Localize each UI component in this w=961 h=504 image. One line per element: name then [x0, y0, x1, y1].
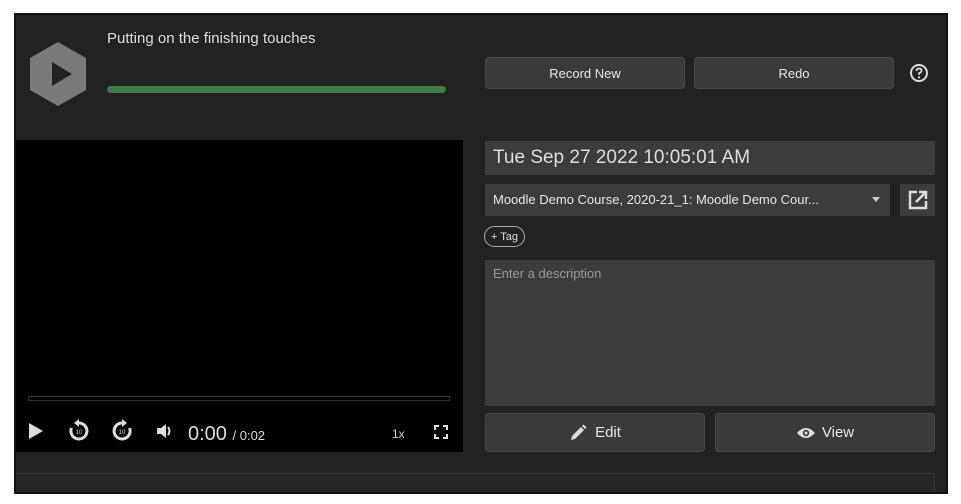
processing-progress-bar	[107, 86, 446, 93]
fullscreen-icon[interactable]	[434, 425, 448, 439]
course-select-value: Moodle Demo Course, 2020-21_1: Moodle De…	[493, 192, 819, 207]
add-tag-button[interactable]: + Tag	[484, 226, 526, 247]
open-external-button[interactable]	[900, 184, 935, 216]
description-textarea[interactable]: Enter a description	[485, 260, 935, 406]
session-title-input[interactable]: Tue Sep 27 2022 10:05:01 AM	[485, 141, 935, 175]
eye-icon	[796, 427, 815, 438]
svg-text:10: 10	[119, 430, 126, 436]
redo-button[interactable]: Redo	[694, 57, 894, 89]
edit-label: Edit	[595, 424, 621, 441]
current-time: 0:00	[188, 423, 227, 445]
pencil-icon	[571, 424, 587, 440]
edit-button[interactable]: Edit	[485, 413, 705, 452]
time-display: 0:00 / 0:02	[188, 423, 265, 446]
volume-icon[interactable]	[156, 423, 172, 439]
duration: / 0:02	[232, 428, 266, 443]
progress-fill	[107, 86, 446, 93]
rewind-10-icon[interactable]: 10	[68, 419, 90, 441]
play-icon[interactable]	[28, 422, 44, 440]
question-circle-icon[interactable]	[909, 63, 929, 83]
record-new-button[interactable]: Record New	[485, 57, 685, 89]
playback-speed-button[interactable]: 1x	[392, 427, 405, 441]
forward-10-icon[interactable]: 10	[111, 419, 133, 441]
video-player[interactable]: 10 10 0:00 / 0:02 1x	[16, 140, 463, 452]
view-label: View	[821, 424, 855, 441]
panopto-logo-icon	[30, 42, 86, 106]
course-select[interactable]: Moodle Demo Course, 2020-21_1: Moodle De…	[485, 184, 890, 216]
chevron-down-icon	[872, 197, 880, 202]
view-button[interactable]: View	[715, 413, 935, 452]
seek-bar[interactable]	[28, 396, 450, 401]
lower-panel	[16, 473, 935, 492]
external-link-icon	[908, 190, 927, 210]
svg-text:10: 10	[76, 430, 83, 436]
status-message: Putting on the finishing touches	[107, 30, 316, 47]
recorder-panel: Putting on the finishing touches Record …	[14, 13, 948, 494]
